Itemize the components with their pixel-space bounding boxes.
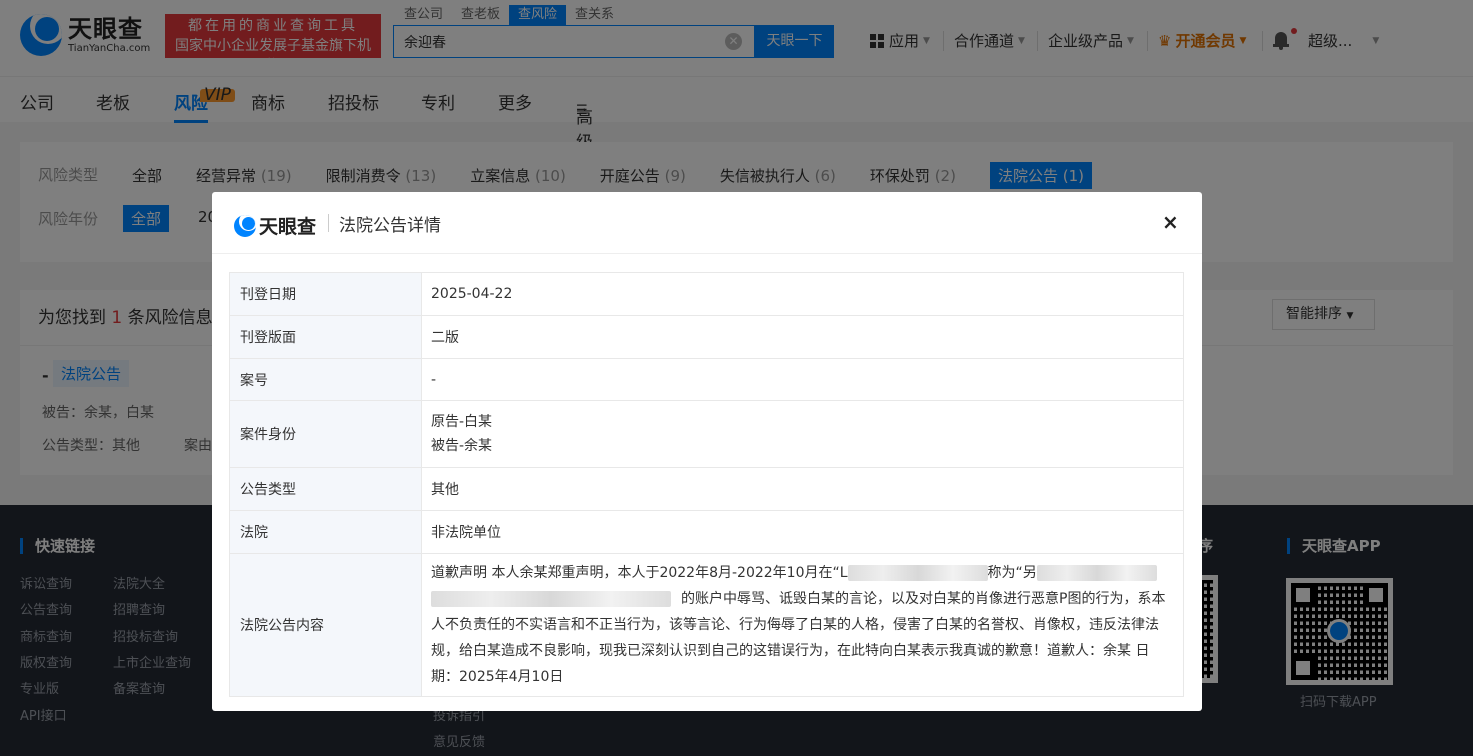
- row-key: 刊登日期: [229, 272, 422, 316]
- row-key: 法院: [229, 510, 422, 554]
- row-value: 非法院单位: [421, 510, 1184, 554]
- row-value: 2025-04-22: [421, 272, 1184, 316]
- table-row: 案号 -: [229, 358, 1184, 401]
- dialog-logo-text: 天眼查: [259, 216, 317, 238]
- row-key: 案号: [229, 358, 422, 401]
- table-row: 刊登日期 2025-04-22: [229, 272, 1184, 316]
- dialog-title: 法院公告详情: [339, 216, 441, 236]
- table-row: 刊登版面 二版: [229, 315, 1184, 359]
- notice-content: 道歉声明 本人余某郑重声明，本人于2022年8月-2022年10月在“L 称为“另…: [421, 553, 1184, 697]
- table-row: 公告类型 其他: [229, 467, 1184, 511]
- table-row: 法院 非法院单位: [229, 510, 1184, 554]
- row-key: 刊登版面: [229, 315, 422, 359]
- row-key: 法院公告内容: [229, 553, 422, 697]
- row-value: 其他: [421, 467, 1184, 511]
- row-value: 二版: [421, 315, 1184, 359]
- row-value: -: [421, 358, 1184, 401]
- redacted-text: [1036, 565, 1157, 581]
- dialog-logo: 天眼查: [234, 212, 316, 239]
- dialog-header: 天眼查 法院公告详情 ×: [212, 192, 1202, 254]
- plaintiff: 原告-白某: [431, 414, 493, 430]
- defendant: 被告-余某: [431, 438, 493, 454]
- court-notice-dialog: 天眼查 法院公告详情 × 刊登日期 2025-04-22 刊登版面 二版 案号 …: [212, 192, 1202, 711]
- table-row: 案件身份 原告-白某 被告-余某: [229, 400, 1184, 468]
- redacted-text: [431, 591, 671, 607]
- close-icon[interactable]: ×: [1162, 210, 1179, 234]
- row-key: 公告类型: [229, 467, 422, 511]
- redacted-text: [847, 565, 988, 581]
- row-key: 案件身份: [229, 400, 422, 468]
- row-value: 原告-白某 被告-余某: [421, 400, 1184, 468]
- notice-detail-table: 刊登日期 2025-04-22 刊登版面 二版 案号 - 案件身份 原告-白某 …: [229, 272, 1184, 697]
- logo-eye-icon: [234, 214, 256, 237]
- divider: [328, 214, 329, 232]
- table-row: 法院公告内容 道歉声明 本人余某郑重声明，本人于2022年8月-2022年10月…: [229, 553, 1184, 697]
